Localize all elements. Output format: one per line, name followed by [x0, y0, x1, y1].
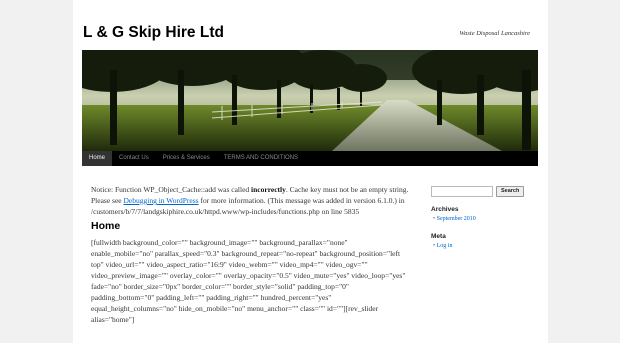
notice-bold: incorrectly [251, 185, 286, 194]
menu-item-terms-and-conditions[interactable]: TERMS AND CONDITIONS [217, 151, 305, 166]
site-title[interactable]: L & G Skip Hire Ltd [83, 24, 224, 42]
page-container: L & G Skip Hire Ltd Waste Disposal Lanca… [73, 0, 548, 343]
php-notice: Notice: Function WP_Object_Cache::add wa… [91, 184, 409, 217]
search-input[interactable] [431, 186, 493, 197]
entry-content: [fullwidth background_color="" backgroun… [91, 238, 406, 324]
menu-item-contact-us[interactable]: Contact Us [112, 151, 156, 166]
entry-title: Home [91, 220, 121, 232]
debugging-link[interactable]: Debugging in WordPress [124, 196, 199, 205]
archive-link-september-2010[interactable]: September 2010 [431, 215, 531, 224]
search-button[interactable]: Search [496, 186, 525, 197]
main-content: Notice: Function WP_Object_Cache::add wa… [91, 184, 409, 325]
menu-item-prices-services[interactable]: Prices & Services [156, 151, 217, 166]
menu-item-home[interactable]: Home [82, 151, 113, 166]
notice-prefix: Notice: Function WP_Object_Cache::add wa… [91, 185, 252, 194]
search-form: Search [431, 186, 531, 197]
main-menu: Home Contact Us Prices & Services TERMS … [82, 151, 538, 166]
header-image [82, 50, 538, 151]
meta-title: Meta [431, 233, 446, 240]
site-description: Waste Disposal Lancashire [459, 30, 530, 37]
log-in-link[interactable]: Log in [431, 242, 531, 251]
archives-title: Archives [431, 206, 459, 213]
meta-list: Log in [431, 242, 531, 251]
sidebar: Search Archives September 2010 Meta Log … [431, 186, 531, 251]
archives-list: September 2010 [431, 215, 531, 224]
